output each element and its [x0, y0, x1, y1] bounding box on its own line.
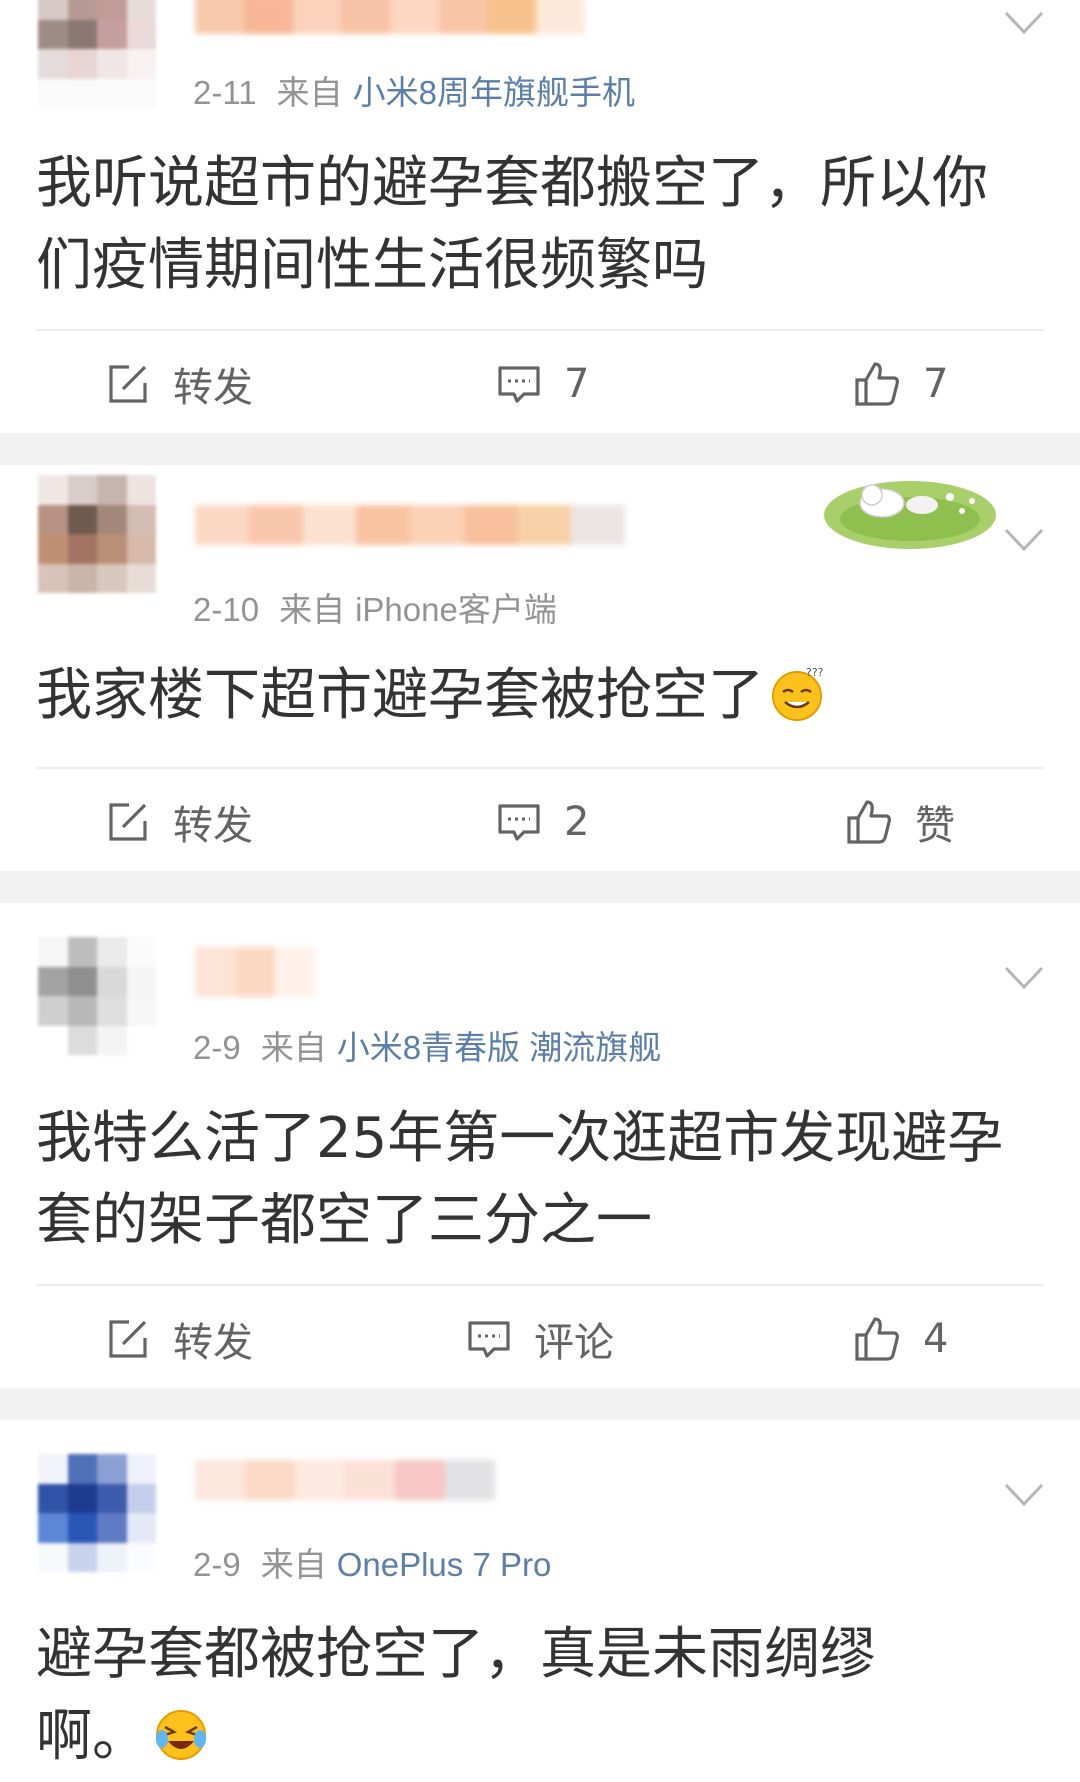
post-date: 2-11 [193, 74, 257, 111]
comment-count: 2 [564, 799, 590, 845]
comment-text: 避孕套都被抢空了，真是未雨绸缪啊。 [36, 1614, 970, 1778]
chevron-down-icon[interactable] [1004, 10, 1044, 36]
source-link[interactable]: iPhone客户端 [355, 591, 557, 628]
like-button[interactable]: 4 [853, 1309, 948, 1369]
like-button[interactable]: 7 [853, 354, 948, 414]
comment-count: 7 [564, 361, 590, 407]
chevron-down-icon[interactable] [1004, 527, 1044, 553]
source-link[interactable]: OnePlus 7 Pro [337, 1546, 552, 1583]
source-link[interactable]: 小米8青春版 潮流旗舰 [337, 1029, 662, 1066]
comment-bubble-icon [468, 1321, 510, 1358]
comment-text: 我特么活了25年第一次逛超市发现避孕套的架子都空了三分之一 [36, 1106, 1004, 1253]
chevron-down-icon[interactable] [1004, 1482, 1044, 1508]
comment-bubble-icon [498, 804, 540, 841]
comment-bubble-icon [498, 366, 540, 403]
thumbs-up-icon [847, 800, 891, 844]
source-link[interactable]: 小米8周年旗舰手机 [353, 74, 635, 111]
repost-button[interactable]: 转发 [105, 354, 253, 414]
confused-smile-emoji: ??? [772, 666, 824, 721]
thumbs-up-icon [855, 362, 899, 406]
divider [36, 329, 1044, 331]
comment-text-content: 我家楼下超市避孕套被抢空了 [36, 663, 764, 728]
edit-square-icon [109, 1320, 147, 1358]
rabbit-grass-sticker [824, 481, 996, 549]
laughing-crying-emoji [156, 1710, 206, 1760]
post-meta: 2-9 来自 OnePlus 7 Pro [193, 1538, 551, 1586]
like-count: 4 [923, 1316, 949, 1362]
chevron-down-icon[interactable] [1004, 965, 1044, 991]
divider [36, 1284, 1044, 1286]
source-label: 来自 [260, 1546, 327, 1583]
divider [36, 767, 1044, 769]
post-meta: 2-11 来自 小米8周年旗舰手机 [193, 66, 635, 114]
post-date: 2-9 [193, 1029, 241, 1066]
comment-text: 我家楼下超市避孕套被抢空了??? [36, 655, 1040, 737]
like-count: 7 [923, 361, 949, 407]
repost-label: 转发 [173, 1320, 253, 1366]
post-date: 2-9 [193, 1546, 241, 1583]
post-meta: 2-9 来自 小米8青春版 潮流旗舰 [193, 1021, 661, 1069]
comment-label: 评论 [534, 1320, 614, 1366]
comment-text: 我听说超市的避孕套都搬空了，所以你们疫情期间性生活很频繁吗 [36, 151, 988, 298]
post-meta: 2-10 来自 iPhone客户端 [193, 583, 557, 631]
source-label: 来自 [276, 74, 343, 111]
avatar[interactable] [38, 0, 156, 108]
avatar[interactable] [38, 937, 156, 1055]
comment-button[interactable]: 2 [496, 792, 589, 852]
comment-card: 2-9 来自 OnePlus 7 Pro 避孕套都被抢空了，真是未雨绸缪啊。 [0, 1420, 1080, 1782]
avatar[interactable] [38, 1454, 156, 1572]
edit-square-icon [109, 365, 147, 403]
post-date: 2-10 [193, 591, 260, 628]
username-blurred[interactable] [195, 1460, 495, 1500]
username-blurred[interactable] [195, 505, 625, 545]
comment-card: 2-11 来自 小米8周年旗舰手机 我听说超市的避孕套都搬空了，所以你们疫情期间性生… [0, 0, 1080, 433]
comment-button[interactable]: 7 [496, 354, 589, 414]
repost-label: 转发 [173, 365, 253, 411]
comment-card: 2-10 来自 iPhone客户端 我家楼下超市避孕套被抢空了??? 转发 2 赞 [0, 465, 1080, 871]
username-blurred[interactable] [195, 947, 315, 997]
repost-button[interactable]: 转发 [105, 1309, 253, 1369]
like-button[interactable]: 赞 [845, 792, 955, 852]
source-label: 来自 [260, 1029, 327, 1066]
source-label: 来自 [279, 591, 346, 628]
username-blurred[interactable] [195, 0, 585, 34]
edit-square-icon [109, 803, 147, 841]
repost-button[interactable]: 转发 [105, 792, 253, 852]
repost-label: 转发 [173, 803, 253, 849]
comment-card: 2-9 来自 小米8青春版 潮流旗舰 我特么活了25年第一次逛超市发现避孕套的架子都… [0, 903, 1080, 1388]
avatar[interactable] [38, 475, 156, 593]
svg-text:???: ??? [806, 666, 824, 679]
comment-button[interactable]: 评论 [466, 1309, 614, 1369]
like-label: 赞 [915, 803, 955, 849]
thumbs-up-icon [855, 1317, 899, 1361]
